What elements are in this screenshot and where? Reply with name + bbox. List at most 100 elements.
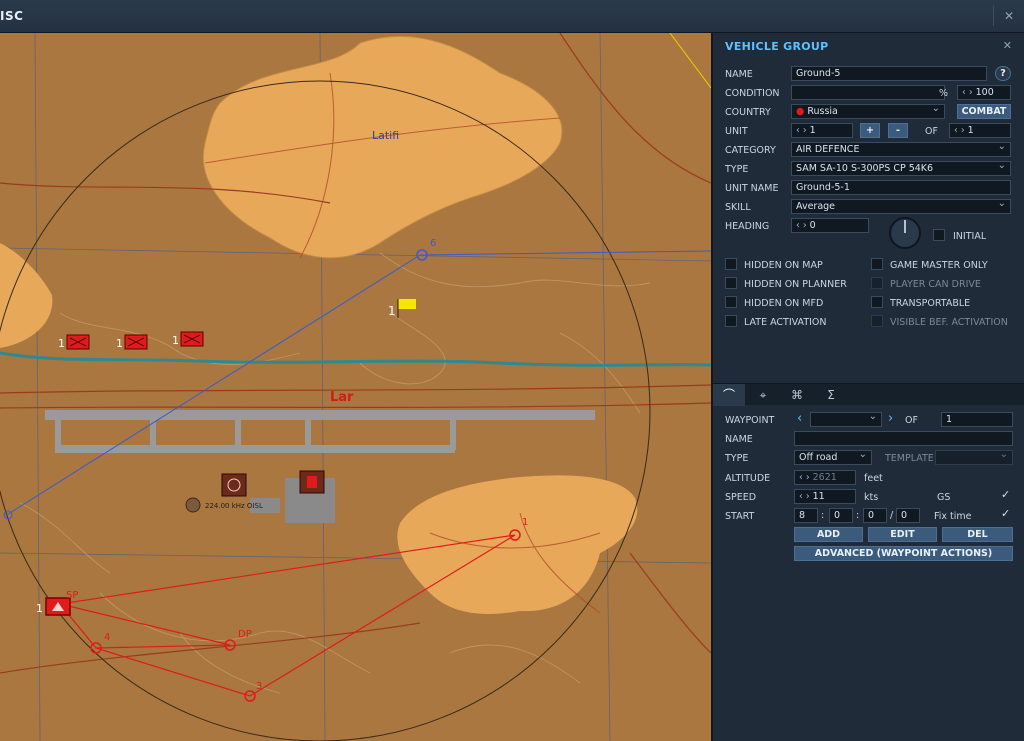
flag-marker (398, 299, 416, 309)
waypoint-label: WAYPOINT (725, 415, 775, 426)
start-second-field[interactable]: 0 (896, 508, 920, 523)
player-can-drive-checkbox[interactable] (871, 277, 883, 289)
country-label: COUNTRY (725, 107, 771, 118)
add-waypoint-button[interactable]: ADD (794, 527, 863, 542)
waypoint-select[interactable] (810, 412, 882, 427)
mission-map[interactable]: 6 1 1 1 1 224.00 kHz OISL Latifi Lar 1 S… (0, 33, 711, 741)
waypoint-of-label: OF (905, 415, 918, 426)
template-select[interactable] (935, 450, 1013, 465)
transportable-label: TRANSPORTABLE (890, 298, 971, 309)
airfield-sam-icon-2[interactable] (299, 470, 325, 494)
enemy-unit-1-count: 1 (58, 337, 65, 350)
waypoint-type-select[interactable]: Off road (794, 450, 872, 465)
condition-field[interactable] (791, 85, 945, 100)
flag-count: 1 (388, 304, 396, 318)
selected-group-count: 1 (36, 602, 43, 615)
enemy-unit-2-count: 1 (116, 337, 123, 350)
altitude-unit: feet (864, 473, 883, 484)
help-button[interactable]: ? (995, 66, 1011, 81)
delete-waypoint-button[interactable]: DEL (942, 527, 1013, 542)
heading-stepper-icon[interactable]: ‹ › (796, 220, 810, 231)
waypoint-next-icon[interactable]: › (888, 411, 893, 426)
red-waypoint-4-label: 4 (104, 632, 110, 643)
edit-waypoint-button[interactable]: EDIT (868, 527, 937, 542)
add-unit-button[interactable]: + (860, 123, 880, 138)
fix-time-checkmark-icon[interactable]: ✓ (1001, 507, 1010, 520)
start-minute-field[interactable]: 0 (863, 508, 887, 523)
group-name-field[interactable]: Ground-5 (791, 66, 987, 81)
heading-field[interactable]: ‹ › 0 (791, 218, 869, 233)
gs-label: GS (937, 492, 951, 503)
tab-summary-icon[interactable]: Σ (815, 384, 847, 406)
tab-targets-icon[interactable]: ⌖ (747, 384, 779, 406)
altitude-field[interactable]: ‹ › 2621 (794, 470, 856, 485)
speed-unit: kts (864, 492, 879, 503)
waypoint-prev-icon[interactable]: ‹ (797, 411, 802, 426)
late-activation-label: LATE ACTIVATION (744, 317, 827, 328)
enemy-unit-1[interactable]: 1 (58, 334, 90, 350)
speed-field[interactable]: ‹ › 11 (794, 489, 856, 504)
unit-of-label: OF (925, 126, 938, 137)
hidden-on-map-checkbox[interactable] (725, 258, 737, 270)
heading-label: HEADING (725, 221, 770, 232)
transportable-checkbox[interactable] (871, 296, 883, 308)
waypoint-total-field[interactable]: 1 (941, 412, 1013, 427)
game-master-only-checkbox[interactable] (871, 258, 883, 270)
visible-before-activation-checkbox[interactable] (871, 315, 883, 327)
combat-button[interactable]: COMBAT (957, 104, 1011, 119)
tab-waypoints-icon[interactable]: ⌒ (713, 384, 745, 406)
vehicle-group-panel: VEHICLE GROUP ✕ NAME Ground-5 ? CONDITIO… (711, 33, 1024, 741)
late-activation-checkbox[interactable] (725, 315, 737, 327)
template-label: TEMPLATE (885, 453, 934, 464)
window-close-icon[interactable]: ✕ (1004, 9, 1014, 23)
unit-stepper[interactable]: ‹ › 1 (791, 123, 853, 138)
red-waypoint-3-label: 3 (256, 681, 262, 692)
waypoint-name-field[interactable] (794, 431, 1013, 446)
skill-select[interactable]: Average (791, 199, 1011, 214)
enemy-unit-2[interactable]: 1 (116, 334, 148, 350)
window-titlebar: ISC ✕ (0, 0, 1024, 33)
heading-dial-icon[interactable] (888, 216, 922, 250)
titlebar-separator (993, 6, 994, 26)
speed-stepper-icon[interactable]: ‹ › (799, 491, 813, 502)
start-hour-field[interactable]: 0 (829, 508, 853, 523)
advanced-waypoint-actions-button[interactable]: ADVANCED (WAYPOINT ACTIONS) (794, 546, 1013, 561)
hidden-on-mfd-label: HIDDEN ON MFD (744, 298, 824, 309)
initial-checkbox[interactable] (933, 229, 945, 241)
country-flag-icon: ● (796, 106, 808, 117)
panel-close-icon[interactable]: ✕ (1003, 39, 1012, 52)
altitude-value: 2621 (812, 472, 837, 483)
airfield-label-lar: Lar (330, 390, 354, 405)
category-select[interactable]: AIR DEFENCE (791, 142, 1011, 157)
game-master-only-label: GAME MASTER ONLY (890, 260, 988, 271)
map-canvas[interactable]: 6 1 1 1 1 224.00 kHz OISL Latifi Lar 1 S… (0, 33, 711, 741)
town-area-north (202, 35, 563, 259)
probability-field[interactable]: ‹ › 100 (957, 85, 1011, 100)
type-select[interactable]: SAM SA-10 S-300PS CP 54K6 (791, 161, 1011, 176)
speed-label: SPEED (725, 492, 757, 503)
altitude-stepper-icon[interactable]: ‹ › (799, 472, 813, 483)
unit-total-stepper-icon[interactable]: ‹ › (954, 125, 968, 136)
unit-name-field[interactable]: Ground-5-1 (791, 180, 1011, 195)
tab-triggers-icon[interactable]: ⌘ (781, 384, 813, 406)
selected-group-sp[interactable]: 1 (36, 597, 71, 616)
hidden-on-map-label: HIDDEN ON MAP (744, 260, 823, 271)
unit-total-field[interactable]: ‹ › 1 (949, 123, 1011, 138)
airfield-sam-icon-1[interactable] (221, 473, 247, 497)
remove-unit-button[interactable]: - (888, 123, 908, 138)
country-select[interactable]: ● Russia (791, 104, 945, 119)
unit-stepper-icon[interactable]: ‹ › (796, 125, 810, 136)
start-day-field[interactable]: 8 (794, 508, 818, 523)
enemy-unit-3[interactable]: 1 (172, 331, 204, 347)
blue-route-line-east (419, 250, 711, 256)
fix-time-label: Fix time (934, 511, 972, 522)
probability-stepper-icon[interactable]: ‹ › (962, 87, 976, 98)
radio-beacon-label: 224.00 kHz OISL (205, 502, 263, 510)
unit-total-value: 1 (967, 125, 974, 136)
red-waypoint-sp-label: SP (66, 590, 78, 601)
waypoint-type-label: TYPE (725, 453, 749, 464)
hidden-on-planner-checkbox[interactable] (725, 277, 737, 289)
gs-checkmark-icon[interactable]: ✓ (1001, 488, 1010, 501)
hidden-on-mfd-checkbox[interactable] (725, 296, 737, 308)
town-label-latifi: Latifi (372, 129, 399, 142)
